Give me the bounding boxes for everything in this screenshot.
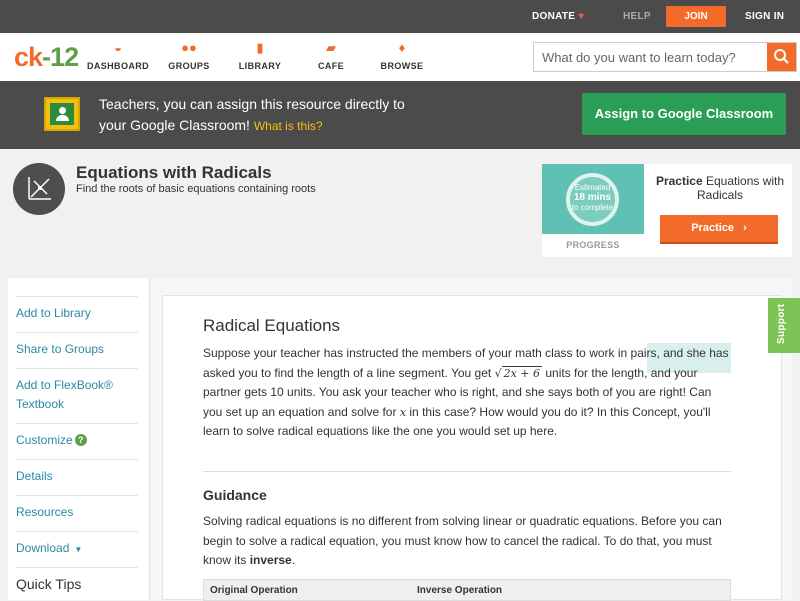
- banner-message: Teachers, you can assign this resource d…: [99, 94, 459, 137]
- library-icon: ▮: [256, 40, 264, 55]
- donate-label: DONATE: [532, 11, 576, 22]
- lesson-content: Radical Equations Suppose your teacher h…: [162, 295, 782, 601]
- nav-library-label: LIBRARY: [238, 61, 282, 71]
- search-icon: [774, 49, 789, 64]
- to-complete-label: to complete: [571, 203, 614, 212]
- logo-dash: -: [42, 42, 51, 72]
- help-link[interactable]: HELP: [623, 11, 651, 22]
- sidebar-divider: [16, 459, 138, 460]
- chevron-right-icon: ›: [743, 222, 747, 234]
- sidebar-item-resources[interactable]: Resources: [16, 503, 138, 522]
- caret-down-icon: ▼: [74, 545, 83, 554]
- practice-button[interactable]: Practice ›: [660, 215, 778, 244]
- nav-cafe[interactable]: ▰ CAFE: [296, 40, 366, 71]
- estimated-minutes: 18 mins: [573, 192, 612, 203]
- sidebar-item-add-to-flexbook[interactable]: Add to FlexBook® Textbook: [16, 376, 138, 414]
- google-classroom-icon: [44, 97, 80, 131]
- sidebar-divider: [16, 332, 138, 333]
- logo-ck: ck: [14, 42, 43, 72]
- join-button[interactable]: JOIN: [666, 6, 726, 27]
- sidebar-divider: [16, 368, 138, 369]
- nav-cafe-label: CAFE: [317, 61, 345, 71]
- estimated-label: Estimated: [574, 183, 611, 192]
- search-button[interactable]: [767, 43, 796, 71]
- concept-subtitle: Find the roots of basic equations contai…: [76, 183, 316, 195]
- main-area: Radical Equations Suppose your teacher h…: [151, 278, 792, 601]
- nav-browse[interactable]: ♦ BROWSE: [367, 40, 437, 71]
- banner-line-1: Teachers, you can assign this resource d…: [99, 96, 405, 112]
- group-icon: ●●: [181, 40, 197, 55]
- support-tab-label: Support: [776, 303, 787, 344]
- estimate-text: Estimated 18 mins to complete: [566, 183, 619, 213]
- progress-label: PROGRESS: [566, 240, 620, 250]
- nav-groups-label: GROUPS: [168, 61, 210, 71]
- quick-tips-heading: Quick Tips: [16, 576, 82, 592]
- practice-card: Estimated 18 mins to complete PROGRESS P…: [542, 164, 792, 257]
- support-tab[interactable]: Support: [768, 298, 800, 353]
- sidebar-item-details[interactable]: Details: [16, 467, 138, 486]
- practice-button-label: Practice: [691, 222, 735, 234]
- practice-title-rest: Equations with Radicals: [696, 174, 785, 202]
- guidance-end: .: [291, 553, 296, 567]
- search-box: [533, 42, 797, 72]
- nav-browse-label: BROWSE: [380, 61, 424, 71]
- sidebar-divider: [16, 531, 138, 532]
- gauge-icon: ◒: [114, 40, 122, 55]
- guidance-bold-inverse: inverse: [249, 553, 292, 567]
- customize-label: Customize: [16, 433, 73, 447]
- operations-table: Original Operation Inverse Operation: [203, 579, 731, 601]
- table-header-original: Original Operation: [210, 585, 298, 596]
- nav-dashboard[interactable]: ◒ DASHBOARD: [83, 40, 153, 71]
- sqrt-expression: √ 2x + 6: [494, 365, 542, 380]
- variable-x: x: [399, 405, 407, 419]
- ck12-logo[interactable]: ck-12: [14, 42, 79, 73]
- logo-12: 12: [50, 42, 79, 72]
- sidebar: Add to Library Share to Groups Add to Fl…: [8, 278, 150, 600]
- sidebar-divider: [16, 495, 138, 496]
- sidebar-divider: [16, 423, 138, 424]
- download-label: Download: [16, 541, 70, 555]
- concept-graph-icon: [13, 163, 65, 215]
- help-icon[interactable]: ?: [74, 434, 87, 446]
- top-bar: DONATE ♥ HELP JOIN SIGN IN: [0, 0, 800, 33]
- sign-in-link[interactable]: SIGN IN: [745, 11, 784, 22]
- what-is-this-link[interactable]: What is this?: [254, 119, 323, 133]
- chat-icon: ▰: [326, 40, 336, 55]
- sidebar-divider: [16, 567, 138, 568]
- guidance-paragraph: Solving radical equations is no differen…: [203, 512, 733, 571]
- banner-line-2: your Google Classroom!: [99, 117, 250, 133]
- donate-link[interactable]: DONATE ♥: [532, 11, 585, 22]
- sidebar-item-customize[interactable]: Customize?: [16, 431, 138, 450]
- heart-icon: ♥: [578, 11, 585, 22]
- main-nav: ck-12 ◒ DASHBOARD ●● GROUPS ▮ LIBRARY ▰ …: [0, 33, 800, 81]
- guidance-heading: Guidance: [203, 487, 267, 503]
- assign-to-google-classroom-button[interactable]: Assign to Google Classroom: [582, 93, 786, 135]
- nav-groups[interactable]: ●● GROUPS: [154, 40, 224, 71]
- table-header-inverse: Inverse Operation: [417, 585, 503, 596]
- search-input[interactable]: [534, 43, 768, 71]
- practice-title: Practice Equations with Radicals: [650, 174, 790, 202]
- section-divider: [203, 471, 731, 472]
- sidebar-item-download[interactable]: Download ▼: [16, 539, 138, 559]
- sqrt-radicand: 2x + 6: [501, 365, 542, 380]
- practice-title-bold: Practice: [655, 174, 703, 188]
- concept-title: Equations with Radicals: [76, 163, 272, 182]
- google-classroom-banner: Teachers, you can assign this resource d…: [0, 81, 800, 149]
- lightbulb-icon: ♦: [398, 40, 406, 55]
- progress-graphic: Estimated 18 mins to complete: [542, 164, 644, 234]
- intro-paragraph: Suppose your teacher has instructed the …: [203, 344, 733, 442]
- sidebar-divider: [16, 296, 138, 297]
- sidebar-item-share-to-groups[interactable]: Share to Groups: [16, 340, 138, 359]
- nav-dashboard-label: DASHBOARD: [86, 61, 150, 71]
- nav-library[interactable]: ▮ LIBRARY: [225, 40, 295, 71]
- sidebar-item-add-to-library[interactable]: Add to Library: [16, 304, 138, 323]
- section-heading-radical-equations: Radical Equations: [203, 316, 341, 335]
